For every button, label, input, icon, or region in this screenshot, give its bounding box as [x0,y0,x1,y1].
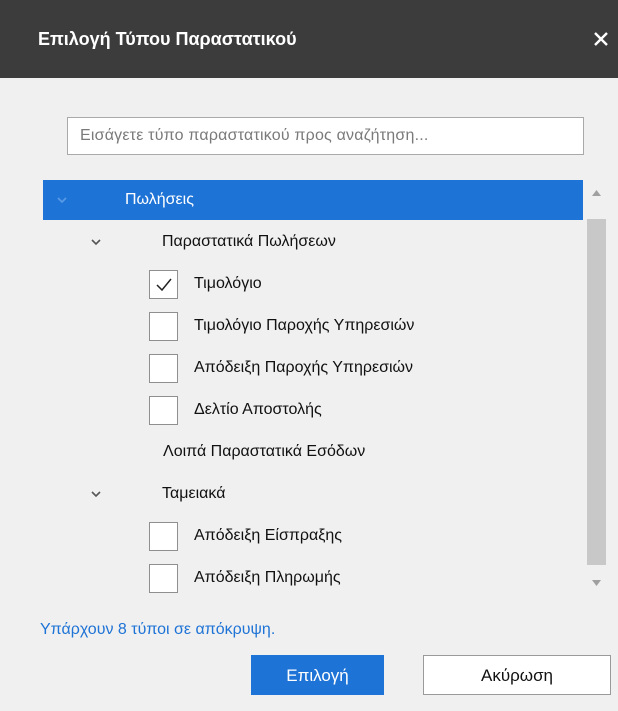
tree-item-payment-receipt[interactable]: Απόδειξη Πληρωμής [43,558,583,596]
tree-node-other-income[interactable]: Λοιπά Παραστατικά Εσόδων [43,432,583,472]
service-receipt-checkbox[interactable] [149,354,178,383]
search-input[interactable] [67,117,584,155]
scroll-thumb[interactable] [587,219,606,565]
chevron-down-icon[interactable] [89,484,105,504]
tree-node-cash[interactable]: Ταμειακά [43,474,583,514]
chevron-down-icon[interactable] [89,232,105,252]
tree-item-label: Απόδειξη Είσπραξης [194,527,342,544]
tree-node-label: Ταμειακά [162,485,226,502]
tree-scrollbar[interactable] [587,180,606,596]
tree-item-label: Τιμολόγιο Παροχής Υπηρεσιών [194,317,415,334]
checkmark-icon [156,278,172,292]
tree-node-sales-documents[interactable]: Παραστατικά Πωλήσεων [43,222,583,262]
select-button[interactable]: Επιλογή [251,655,384,695]
tree-item-label: Τιμολόγιο [194,275,262,292]
scroll-down-button[interactable] [587,570,606,596]
tree-node-sales[interactable]: Πωλήσεις [43,180,583,220]
scroll-up-button[interactable] [587,180,606,206]
document-type-dialog: Επιλογή Τύπου Παραστατικού Πωλήσεις Παρα… [0,0,618,711]
triangle-down-icon [592,580,601,586]
tree-item-label: Απόδειξη Πληρωμής [194,569,341,586]
dialog-title: Επιλογή Τύπου Παραστατικού [38,29,297,49]
hidden-types-link[interactable]: Υπάρχουν 8 τύποι σε απόκρυψη. [40,621,275,639]
payment-receipt-checkbox[interactable] [149,564,178,593]
title-bar: Επιλογή Τύπου Παραστατικού [0,0,618,78]
close-icon [594,32,608,46]
chevron-down-icon[interactable] [55,190,71,210]
close-button[interactable] [588,24,614,54]
service-invoice-checkbox[interactable] [149,312,178,341]
delivery-note-checkbox[interactable] [149,396,178,425]
tree-item-invoice[interactable]: Τιμολόγιο [43,264,583,304]
tree-item-collection-receipt[interactable]: Απόδειξη Είσπραξης [43,516,583,556]
tree-node-label: Πωλήσεις [125,191,194,208]
tree-item-service-receipt[interactable]: Απόδειξη Παροχής Υπηρεσιών [43,348,583,388]
document-type-tree: Πωλήσεις Παραστατικά Πωλήσεων Τιμολόγιο … [43,180,606,596]
tree-item-label: Απόδειξη Παροχής Υπηρεσιών [194,359,414,376]
cancel-button[interactable]: Ακύρωση [423,655,611,695]
tree-node-label: Παραστατικά Πωλήσεων [162,233,336,250]
collection-receipt-checkbox[interactable] [149,522,178,551]
invoice-checkbox[interactable] [149,270,178,299]
tree-item-delivery-note[interactable]: Δελτίο Αποστολής [43,390,583,430]
tree-item-service-invoice[interactable]: Τιμολόγιο Παροχής Υπηρεσιών [43,306,583,346]
triangle-up-icon [592,190,601,196]
tree-item-label: Δελτίο Αποστολής [194,401,322,418]
tree-node-label: Λοιπά Παραστατικά Εσόδων [163,443,366,460]
